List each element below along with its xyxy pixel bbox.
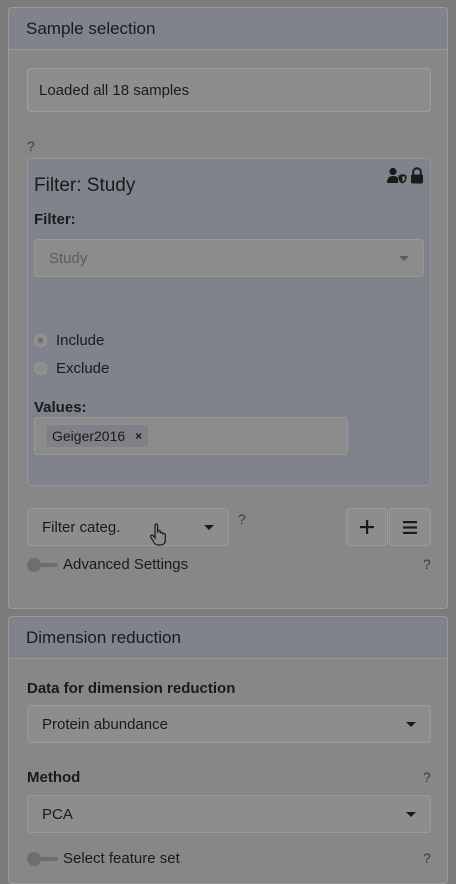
data-for-reduction-select[interactable]: Protein abundance bbox=[27, 705, 431, 743]
filter-category-value: Filter categ. bbox=[42, 518, 121, 536]
dimension-reduction-panel: Dimension reduction Data for dimension r… bbox=[8, 616, 448, 884]
advanced-settings-label: Advanced Settings bbox=[63, 556, 189, 573]
chevron-down-icon bbox=[406, 811, 416, 817]
add-filter-button[interactable] bbox=[346, 508, 388, 546]
filter-menu-button[interactable] bbox=[389, 508, 431, 546]
method-value: PCA bbox=[42, 805, 73, 823]
values-input[interactable]: Geiger2016 × bbox=[34, 417, 348, 455]
user-shield-icon[interactable] bbox=[387, 167, 407, 189]
filter-category-help-icon[interactable]: ? bbox=[238, 511, 246, 527]
exclude-radio[interactable] bbox=[34, 362, 47, 375]
chevron-down-icon bbox=[399, 255, 409, 261]
chevron-down-icon bbox=[406, 721, 416, 727]
bars-icon bbox=[403, 520, 417, 534]
select-feature-set-label: Select feature set bbox=[63, 850, 180, 867]
chip-remove-icon[interactable]: × bbox=[135, 429, 142, 443]
exclude-label: Exclude bbox=[56, 360, 110, 377]
filter-help-icon[interactable]: ? bbox=[27, 138, 35, 154]
data-for-reduction-value: Protein abundance bbox=[42, 715, 168, 733]
filter-card-icons bbox=[387, 167, 424, 189]
advanced-settings-toggle[interactable]: Advanced Settings bbox=[27, 556, 188, 573]
filter-field-label: Filter: bbox=[34, 211, 76, 228]
include-radio[interactable] bbox=[34, 334, 47, 347]
method-select[interactable]: PCA bbox=[27, 795, 431, 833]
filter-card-title: Filter: Study bbox=[34, 175, 136, 196]
include-radio-option[interactable]: Include bbox=[34, 332, 104, 349]
filter-field-value: Study bbox=[49, 249, 88, 267]
value-chip: Geiger2016 × bbox=[45, 424, 150, 448]
filter-card-study: Filter: Study Filter: Study Include Excl… bbox=[27, 158, 431, 486]
filter-field-select[interactable]: Study bbox=[34, 239, 424, 277]
include-label: Include bbox=[56, 332, 105, 349]
lock-icon[interactable] bbox=[410, 167, 424, 189]
sample-status-box: Loaded all 18 samples bbox=[27, 68, 431, 112]
select-feature-set-help-icon[interactable]: ? bbox=[423, 850, 431, 866]
select-feature-set-switch[interactable] bbox=[27, 851, 59, 866]
value-chip-label: Geiger2016 bbox=[52, 428, 126, 444]
data-for-reduction-label: Data for dimension reduction bbox=[27, 680, 236, 697]
method-label: Method bbox=[27, 769, 81, 786]
plus-icon bbox=[360, 520, 374, 534]
sample-selection-title: Sample selection bbox=[26, 18, 156, 38]
filter-category-select[interactable]: Filter categ. bbox=[27, 508, 229, 546]
sample-selection-header: Sample selection bbox=[9, 8, 447, 50]
dimension-reduction-title: Dimension reduction bbox=[26, 627, 181, 647]
advanced-settings-switch[interactable] bbox=[27, 557, 59, 572]
chevron-down-icon bbox=[204, 524, 214, 530]
sample-selection-panel: Sample selection Loaded all 18 samples ?… bbox=[8, 7, 448, 609]
exclude-radio-option[interactable]: Exclude bbox=[34, 360, 109, 377]
method-help-icon[interactable]: ? bbox=[423, 769, 431, 785]
sample-status-text: Loaded all 18 samples bbox=[39, 81, 190, 99]
dimension-reduction-header: Dimension reduction bbox=[9, 617, 447, 659]
pointer-cursor-icon bbox=[149, 523, 169, 552]
advanced-settings-help-icon[interactable]: ? bbox=[423, 556, 431, 572]
select-feature-set-toggle[interactable]: Select feature set bbox=[27, 850, 180, 867]
values-label: Values: bbox=[34, 399, 87, 416]
